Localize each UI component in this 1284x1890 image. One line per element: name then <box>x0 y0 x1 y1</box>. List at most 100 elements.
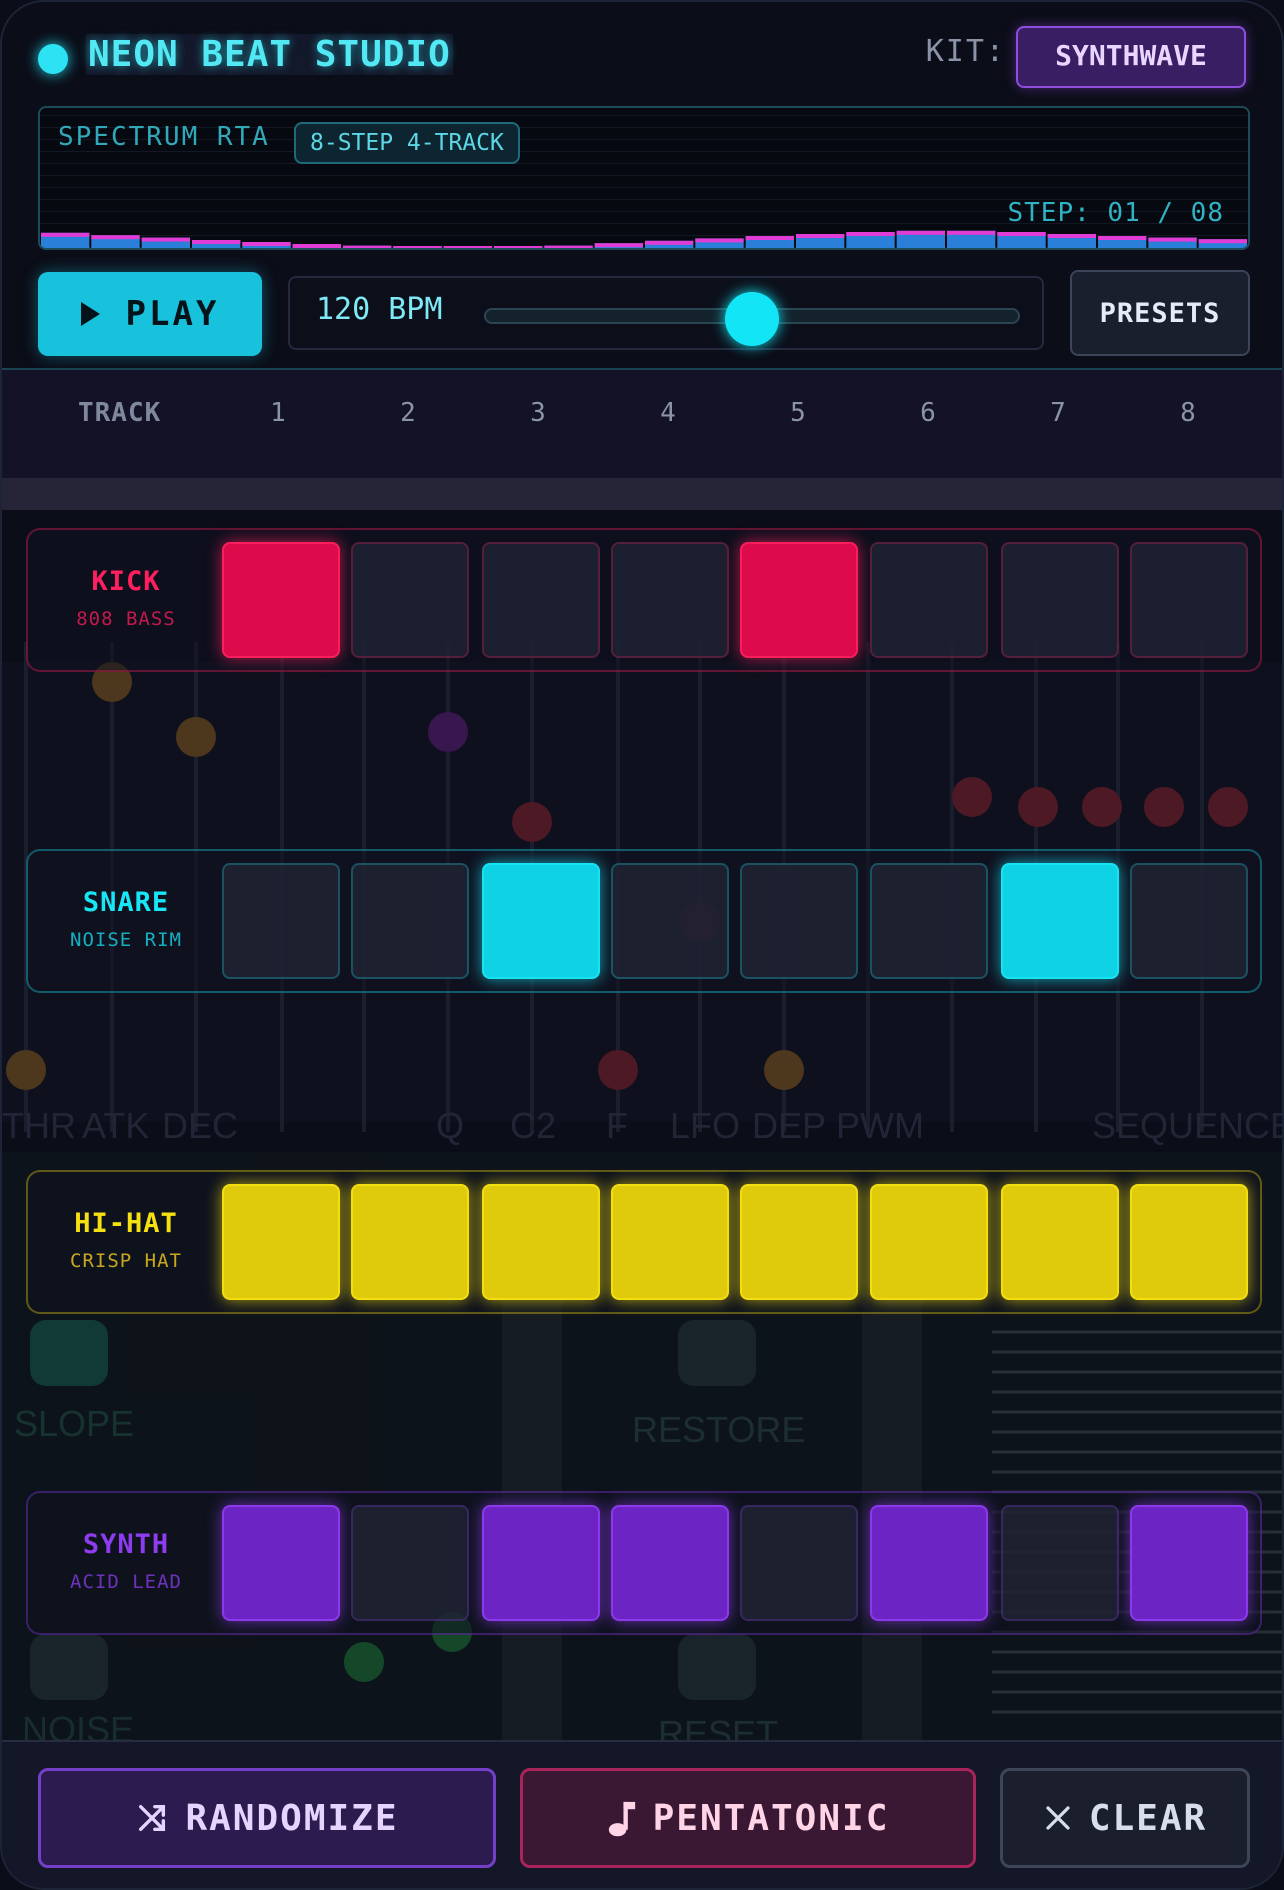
step-pad-hihat-8[interactable] <box>1130 1184 1248 1300</box>
spectrum-bars <box>41 230 1247 248</box>
track-name: KICK <box>91 566 161 597</box>
kit-label: KIT: <box>925 34 1006 69</box>
clear-button[interactable]: CLEAR <box>1000 1768 1250 1868</box>
step-number: 3 <box>530 398 546 428</box>
action-bar: RANDOMIZE PENTATONIC CLEAR <box>2 1740 1282 1888</box>
step-pad-snare-3[interactable] <box>482 863 600 979</box>
play-icon <box>80 301 100 326</box>
randomize-label: RANDOMIZE <box>185 1797 399 1839</box>
spectrum-bar-peak <box>846 232 895 236</box>
bg-label: RESTORE <box>632 1409 805 1450</box>
spectrum-bar-peak <box>947 230 996 235</box>
step-pad-kick-8[interactable] <box>1130 542 1248 658</box>
header: NEON BEAT STUDIO KIT: SYNTHWAVE <box>38 24 1246 90</box>
spectrum-bar-peak <box>494 246 543 248</box>
spectrum-bar-peak <box>242 242 291 246</box>
presets-button[interactable]: PRESETS <box>1070 270 1250 356</box>
pentatonic-button[interactable]: PENTATONIC <box>520 1768 976 1868</box>
track-row-snare: SNARE NOISE RIM <box>26 849 1262 993</box>
step-number: 4 <box>660 398 676 428</box>
bg-label: THR <box>2 1105 76 1146</box>
bg-label: Q <box>436 1105 464 1146</box>
spectrum-title: SPECTRUM RTA <box>58 122 270 152</box>
music-note-icon <box>608 1801 635 1837</box>
spectrum-bar-peak <box>1047 234 1096 238</box>
track-name: SNARE <box>82 887 170 918</box>
spectrum-bar-peak <box>292 244 341 248</box>
bg-label: LFO <box>670 1105 740 1146</box>
step-pad-synth-1[interactable] <box>222 1505 340 1621</box>
step-pad-kick-7[interactable] <box>1001 542 1119 658</box>
bg-label: F <box>606 1105 628 1146</box>
app-title: NEON BEAT STUDIO <box>86 34 453 75</box>
bg-label: DEP <box>752 1105 826 1146</box>
step-pad-synth-6[interactable] <box>870 1505 988 1621</box>
spectrum-bar-peak <box>645 240 694 245</box>
bg-label: ATK <box>82 1105 149 1146</box>
track-subtitle: ACID LEAD <box>70 1571 182 1593</box>
spectrum-bar-peak <box>41 232 90 237</box>
spectrum-bar-peak <box>997 232 1046 236</box>
step-pad-snare-4[interactable] <box>611 863 729 979</box>
bg-label: DEC <box>162 1105 238 1146</box>
track-name: HI-HAT <box>74 1208 178 1239</box>
spectrum-bar-peak <box>393 246 442 248</box>
track-row-synth: SYNTH ACID LEAD <box>26 1491 1262 1635</box>
play-button[interactable]: PLAY <box>38 272 262 356</box>
step-pad-snare-2[interactable] <box>351 863 469 979</box>
step-pad-snare-5[interactable] <box>740 863 858 979</box>
step-pad-synth-7[interactable] <box>1001 1505 1119 1621</box>
shuffle-icon <box>139 1804 166 1832</box>
spectrum-bar-peak <box>594 243 643 248</box>
spectrum-bar-peak <box>745 236 794 240</box>
step-pad-hihat-5[interactable] <box>740 1184 858 1300</box>
step-pad-snare-8[interactable] <box>1130 863 1248 979</box>
step-pad-synth-8[interactable] <box>1130 1505 1248 1621</box>
clear-label: CLEAR <box>1088 1797 1208 1839</box>
step-pad-hihat-7[interactable] <box>1001 1184 1119 1300</box>
step-pad-synth-4[interactable] <box>611 1505 729 1621</box>
play-label: PLAY <box>125 294 220 334</box>
step-pad-snare-1[interactable] <box>222 863 340 979</box>
step-pad-hihat-4[interactable] <box>611 1184 729 1300</box>
bg-label: SEQUENCER <box>1092 1105 1284 1146</box>
track-subtitle: NOISE RIM <box>70 929 182 951</box>
spectrum-bar-peak <box>695 238 744 243</box>
spectrum-bar-peak <box>796 234 845 238</box>
spectrum-bar-peak <box>141 237 190 242</box>
step-pad-snare-6[interactable] <box>870 863 988 979</box>
step-pad-synth-5[interactable] <box>740 1505 858 1621</box>
spectrum-bar-peak <box>443 246 492 248</box>
track-row-kick: KICK 808 BASS <box>26 528 1262 672</box>
step-pad-hihat-2[interactable] <box>351 1184 469 1300</box>
spectrum-bar-peak <box>896 230 945 235</box>
kit-selector[interactable]: SYNTHWAVE <box>1016 26 1246 88</box>
step-number: 2 <box>400 398 416 428</box>
bpm-readout: 120 BPM <box>316 292 443 327</box>
pentatonic-label: PENTATONIC <box>652 1797 890 1839</box>
step-pad-kick-6[interactable] <box>870 542 988 658</box>
randomize-button[interactable]: RANDOMIZE <box>38 1768 496 1868</box>
step-pad-kick-1[interactable] <box>222 542 340 658</box>
step-number: 8 <box>1180 398 1196 428</box>
tempo-slider-knob[interactable] <box>725 292 779 346</box>
step-pad-hihat-1[interactable] <box>222 1184 340 1300</box>
spectrum-bar-peak <box>544 245 593 248</box>
step-pad-hihat-6[interactable] <box>870 1184 988 1300</box>
spectrum-bar-peak <box>192 240 241 244</box>
step-pad-hihat-3[interactable] <box>482 1184 600 1300</box>
step-number: 1 <box>270 398 286 428</box>
step-pad-kick-3[interactable] <box>482 542 600 658</box>
step-pad-kick-4[interactable] <box>611 542 729 658</box>
step-pad-kick-2[interactable] <box>351 542 469 658</box>
app-window: THR ATK DEC Q C2 F LFO DEP PWM SEQUENCER… <box>0 0 1284 1890</box>
step-pad-synth-2[interactable] <box>351 1505 469 1621</box>
step-pad-snare-7[interactable] <box>1001 863 1119 979</box>
step-pad-kick-5[interactable] <box>740 542 858 658</box>
track-column-label: TRACK <box>78 398 162 428</box>
track-row-hihat: HI-HAT CRISP HAT <box>26 1170 1262 1314</box>
step-number: 6 <box>920 398 936 428</box>
step-pad-synth-3[interactable] <box>482 1505 600 1621</box>
status-indicator-icon <box>38 44 68 74</box>
tempo-control: 120 BPM <box>288 276 1044 350</box>
